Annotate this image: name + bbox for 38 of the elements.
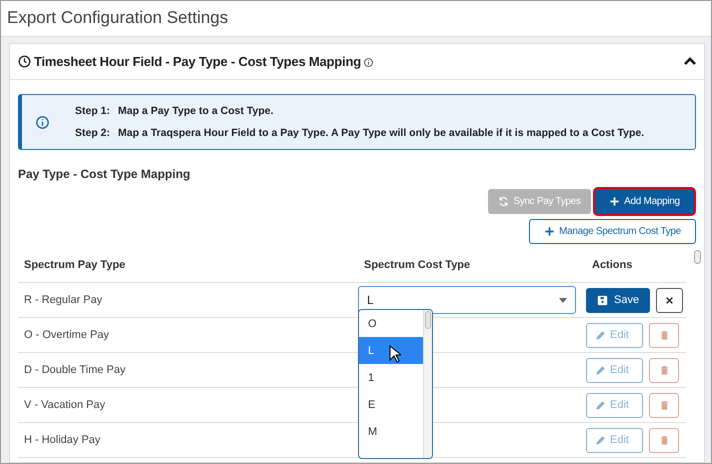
column-header: Actions — [591, 259, 634, 271]
table-cell-text: V - Vacation Pay — [23, 399, 106, 411]
step-text: Map a Traqspera Hour Field to a Pay Type. A Pay Type will only be available if it is mapped to a Cost Type. — [118, 127, 644, 139]
step-label: Step 1: — [75, 105, 110, 117]
plus-icon — [609, 196, 620, 207]
pencil-icon — [595, 364, 606, 376]
table-cell-text: R - Regular Pay — [23, 294, 104, 306]
table-cell-text: D - Double Time Pay — [23, 364, 126, 376]
step-text: Map a Pay Type to a Cost Type. — [118, 105, 274, 117]
column-header: Spectrum Cost Type — [363, 259, 472, 271]
caret-icon — [559, 298, 567, 302]
chevron-up-icon[interactable] — [684, 57, 696, 66]
pencil-icon — [595, 330, 606, 340]
dropdown-option[interactable]: L — [359, 337, 423, 364]
info-icon — [36, 116, 49, 128]
trash-icon — [658, 364, 670, 376]
save-button[interactable]: Save — [586, 288, 650, 312]
trash-icon — [658, 400, 670, 410]
step-label: Step 2: — [75, 127, 110, 139]
manage-cost-type-button[interactable]: Manage Spectrum Cost Type — [529, 219, 696, 244]
trash-icon — [658, 330, 670, 340]
info-icon — [364, 58, 373, 67]
mapping-heading: Pay Type - Cost Type Mapping — [18, 167, 192, 181]
refresh-icon — [498, 196, 510, 207]
close-icon — [665, 296, 674, 304]
plus-icon — [544, 226, 556, 237]
cursor-icon — [389, 345, 401, 363]
trash-icon — [658, 434, 670, 446]
cancel-button[interactable] — [656, 288, 684, 312]
dropdown-scrollbar[interactable] — [423, 310, 432, 458]
section-title: Timesheet Hour Field - Pay Type - Cost Types Mapping — [34, 54, 361, 69]
clock-icon — [18, 55, 31, 68]
pencil-icon — [595, 400, 606, 410]
column-header: Spectrum Pay Type — [23, 259, 126, 271]
table-cell-text: O - Overtime Pay — [23, 329, 110, 341]
table-cell-text: H - Holiday Pay — [23, 434, 102, 446]
pencil-icon — [595, 434, 606, 446]
add-mapping-button[interactable]: Add Mapping — [595, 189, 694, 214]
